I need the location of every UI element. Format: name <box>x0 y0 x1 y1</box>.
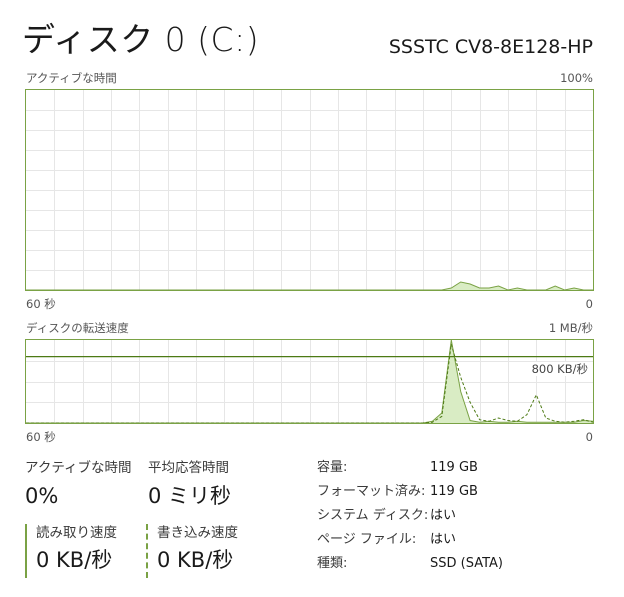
capacity-key: 容量: <box>317 460 348 475</box>
active-time-value: 0% <box>25 484 59 508</box>
activity-graph-right-axis: 0 <box>585 297 593 311</box>
write-speed-label: 書き込み速度 <box>157 525 238 541</box>
type-key: 種類: <box>317 556 348 571</box>
disk-model: SSSTC CV8-8E128-HP <box>388 36 593 58</box>
write-speed-value: 0 KB/秒 <box>157 548 234 572</box>
transfer-graph-label: ディスクの転送速度 <box>26 321 129 335</box>
transfer-rate-graph: 800 KB/秒 <box>25 339 594 424</box>
transfer-ref-line-label: 800 KB/秒 <box>530 362 589 376</box>
transfer-graph-right-axis: 0 <box>585 430 593 444</box>
system-disk-key: システム ディスク: <box>317 508 429 523</box>
avg-response-value: 0 ミリ秒 <box>148 484 232 508</box>
page-file-value: はい <box>430 532 457 547</box>
avg-response-label: 平均応答時間 <box>148 460 229 476</box>
transfer-graph-left-axis: 60 秒 <box>26 430 56 444</box>
disk-title: ディスク 0 (C:) <box>22 20 260 59</box>
activity-time-graph <box>25 89 594 291</box>
activity-graph-max-label: 100% <box>560 71 593 85</box>
read-speed-indicator <box>25 524 27 578</box>
active-time-label: アクティブな時間 <box>25 460 132 476</box>
activity-graph-label: アクティブな時間 <box>26 71 117 85</box>
formatted-value: 119 GB <box>430 484 478 499</box>
activity-graph-left-axis: 60 秒 <box>26 297 56 311</box>
formatted-key: フォーマット済み: <box>317 484 426 499</box>
transfer-rate-chart <box>26 340 593 423</box>
read-speed-label: 読み取り速度 <box>36 525 117 541</box>
type-value: SSD (SATA) <box>430 556 503 571</box>
activity-time-chart <box>26 90 593 290</box>
read-speed-value: 0 KB/秒 <box>36 548 113 572</box>
page-file-key: ページ ファイル: <box>317 532 417 547</box>
capacity-value: 119 GB <box>430 460 478 475</box>
transfer-graph-max-label: 1 MB/秒 <box>548 321 593 335</box>
write-speed-indicator <box>146 524 148 578</box>
system-disk-value: はい <box>430 508 457 523</box>
